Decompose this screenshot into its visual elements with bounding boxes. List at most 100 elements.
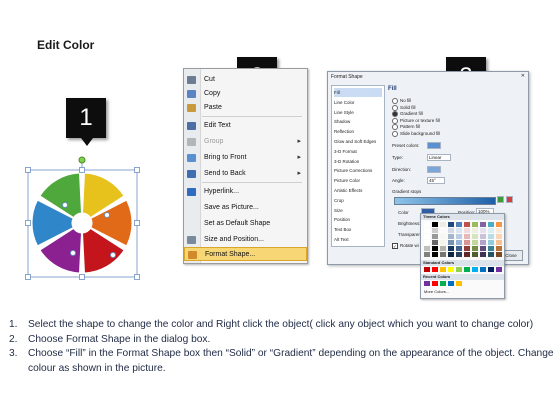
category-crop[interactable]: Crop: [334, 196, 382, 205]
theme-color-swatch[interactable]: [448, 222, 454, 227]
fill-option-pattern-fill[interactable]: Pattern fill: [392, 124, 420, 130]
resize-handle[interactable]: [25, 167, 31, 173]
menu-item-format-shape[interactable]: Format Shape...: [184, 247, 307, 261]
theme-color-swatch[interactable]: [488, 234, 494, 239]
category-3-d-format[interactable]: 3-D Format: [334, 147, 382, 156]
theme-color-swatch[interactable]: [488, 246, 494, 251]
theme-color-swatch[interactable]: [480, 252, 486, 257]
category-line-style[interactable]: Line Style: [334, 108, 382, 117]
theme-color-swatch[interactable]: [464, 222, 470, 227]
category-alt-text[interactable]: Alt Text: [334, 235, 382, 244]
theme-color-swatch[interactable]: [440, 234, 446, 239]
fill-option-picture-or-texture-fill[interactable]: Picture or texture fill: [392, 117, 440, 124]
theme-color-swatch[interactable]: [456, 234, 462, 239]
category-size[interactable]: Size: [334, 206, 382, 215]
category-picture-corrections[interactable]: Picture Corrections: [334, 166, 382, 175]
theme-color-swatch[interactable]: [464, 240, 470, 245]
theme-color-swatch[interactable]: [448, 234, 454, 239]
theme-color-swatch[interactable]: [480, 228, 486, 233]
menu-item-edit-text[interactable]: Edit Text: [184, 119, 307, 133]
resize-handle[interactable]: [25, 220, 31, 226]
theme-color-swatch[interactable]: [448, 228, 454, 233]
theme-color-swatch[interactable]: [464, 246, 470, 251]
fill-option-gradient-fill[interactable]: Gradient fill: [392, 111, 423, 117]
radio-button[interactable]: [392, 111, 398, 117]
resize-handle[interactable]: [79, 274, 85, 280]
standard-color-swatch[interactable]: [424, 267, 430, 272]
category-position[interactable]: Position: [334, 215, 382, 224]
adjust-handle[interactable]: [70, 250, 76, 256]
standard-color-swatch[interactable]: [464, 267, 470, 272]
recent-color-swatch[interactable]: [448, 281, 454, 286]
standard-color-swatch[interactable]: [448, 267, 454, 272]
cycle-shape-graphic[interactable]: [25, 155, 140, 280]
theme-color-swatch[interactable]: [496, 228, 502, 233]
cycle-shape[interactable]: [25, 155, 140, 280]
resize-handle[interactable]: [134, 167, 140, 173]
resize-handle[interactable]: [134, 220, 140, 226]
theme-color-swatch[interactable]: [424, 222, 430, 227]
radio-button[interactable]: [392, 117, 398, 124]
more-colors-link[interactable]: More Colors...: [424, 289, 449, 294]
menu-item-cut[interactable]: Cut: [184, 73, 307, 87]
standard-color-swatch[interactable]: [496, 267, 502, 272]
theme-color-swatch[interactable]: [488, 252, 494, 257]
theme-color-swatch[interactable]: [456, 240, 462, 245]
theme-color-swatch[interactable]: [480, 234, 486, 239]
theme-color-swatch[interactable]: [432, 246, 438, 251]
category-text-box[interactable]: Text Box: [334, 225, 382, 234]
theme-color-swatch[interactable]: [456, 228, 462, 233]
theme-color-swatch[interactable]: [472, 234, 478, 239]
theme-color-swatch[interactable]: [472, 252, 478, 257]
close-icon[interactable]: ✕: [521, 73, 525, 79]
theme-color-swatch[interactable]: [496, 222, 502, 227]
theme-color-swatch[interactable]: [448, 252, 454, 257]
theme-color-swatch[interactable]: [432, 240, 438, 245]
fill-option-solid-fill[interactable]: Solid fill: [392, 104, 416, 111]
add-stop-icon[interactable]: [497, 196, 504, 203]
menu-item-paste[interactable]: Paste: [184, 101, 307, 115]
radio-button[interactable]: [392, 130, 398, 137]
standard-color-swatch[interactable]: [440, 267, 446, 272]
theme-color-swatch[interactable]: [480, 240, 486, 245]
recent-color-swatch[interactable]: [456, 281, 462, 286]
radio-button[interactable]: [392, 98, 398, 104]
theme-color-swatch[interactable]: [464, 252, 470, 257]
theme-color-swatch[interactable]: [448, 240, 454, 245]
theme-color-swatch[interactable]: [456, 222, 462, 227]
theme-color-swatch[interactable]: [488, 228, 494, 233]
theme-color-swatch[interactable]: [440, 252, 446, 257]
menu-item-set-as-default-shape[interactable]: Set as Default Shape: [184, 217, 307, 231]
category-line-color[interactable]: Line Color: [334, 98, 382, 107]
theme-color-swatch[interactable]: [440, 222, 446, 227]
menu-item-hyperlink[interactable]: Hyperlink...: [184, 185, 307, 199]
theme-color-swatch[interactable]: [472, 240, 478, 245]
theme-color-swatch[interactable]: [496, 246, 502, 251]
theme-color-swatch[interactable]: [456, 252, 462, 257]
theme-color-swatch[interactable]: [480, 246, 486, 251]
menu-item-save-as-picture[interactable]: Save as Picture...: [184, 201, 307, 215]
rotate-checkbox[interactable]: ✓: [392, 243, 398, 249]
radio-button[interactable]: [392, 104, 398, 111]
preset-colors-picker[interactable]: [427, 142, 441, 149]
theme-color-swatch[interactable]: [424, 246, 430, 251]
category-3-d-rotation[interactable]: 3-D Rotation: [334, 157, 382, 166]
standard-color-swatch[interactable]: [488, 267, 494, 272]
category-picture-color[interactable]: Picture Color: [334, 176, 382, 185]
recent-color-swatch[interactable]: [432, 281, 438, 286]
theme-color-swatch[interactable]: [432, 222, 438, 227]
standard-color-swatch[interactable]: [472, 267, 478, 272]
radio-button[interactable]: [392, 124, 398, 130]
menu-item-size-and-position[interactable]: Size and Position...: [184, 233, 307, 247]
category-reflection[interactable]: Reflection: [334, 127, 382, 136]
resize-handle[interactable]: [134, 274, 140, 280]
fill-option-slide-background-fill[interactable]: Slide background fill: [392, 130, 440, 137]
theme-color-swatch[interactable]: [472, 246, 478, 251]
fill-option-no-fill[interactable]: No fill: [392, 98, 411, 104]
recent-color-swatch[interactable]: [440, 281, 446, 286]
adjust-handle[interactable]: [62, 202, 68, 208]
recent-color-swatch[interactable]: [424, 281, 430, 286]
theme-color-swatch[interactable]: [440, 246, 446, 251]
adjust-handle[interactable]: [110, 252, 116, 258]
category-glow-and-soft-edges[interactable]: Glow and Soft Edges: [334, 137, 382, 146]
